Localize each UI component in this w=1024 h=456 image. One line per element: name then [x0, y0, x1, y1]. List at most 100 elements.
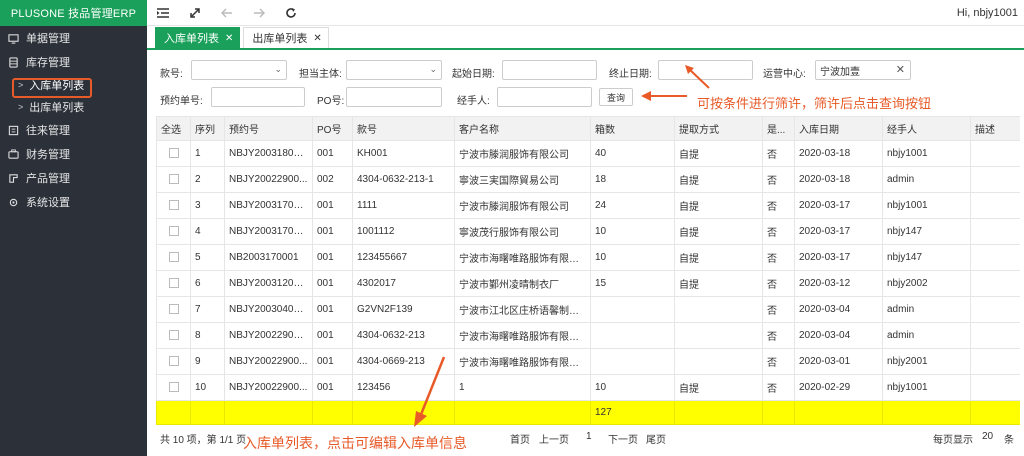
owner-select[interactable]: ⌄ — [346, 60, 442, 80]
chevron-right-icon: > — [18, 80, 24, 90]
style-no-label: 款号: — [160, 69, 183, 80]
select-all-header[interactable]: 全选 — [156, 116, 191, 141]
table-row[interactable]: 4 NBJY2003170002 001 1001112 寧波茂行服饰有限公司 10 自提否… — [156, 218, 1020, 245]
row-checkbox[interactable] — [168, 278, 179, 289]
user-greeting[interactable]: Hi, nbjy1001 — [957, 7, 1024, 19]
arrow-right-icon[interactable] — [243, 0, 275, 26]
table-cell: 4 — [190, 218, 225, 245]
style-no-select[interactable]: ⌄ — [191, 60, 287, 80]
next-page-link[interactable]: 下一页 — [608, 431, 638, 446]
handler-input[interactable] — [497, 87, 592, 107]
brand-logo: PLUSONE 技品管理ERP — [0, 0, 147, 26]
table-cell: 001 — [312, 322, 353, 349]
sidebar-item-finance[interactable]: 财务管理 — [0, 142, 147, 166]
sidebar-subitem-label: 出库单列表 — [29, 102, 85, 114]
table-cell — [590, 348, 675, 375]
table-cell: 8 — [190, 322, 225, 349]
summary-cell — [794, 400, 883, 425]
tab-outbound-list[interactable]: 出库单列表 ✕ — [243, 27, 329, 48]
sidebar-item-documents[interactable]: 单据管理 — [0, 26, 147, 50]
sidebar-item-settings[interactable]: 系统设置 — [0, 190, 147, 214]
row-checkbox[interactable] — [168, 356, 179, 367]
table-row[interactable]: 1 NBJY2003180001 001 KH001 宁波市滕润服饰有限公司 40 自提否 2… — [156, 140, 1020, 167]
table-cell: 宁波市海曙唯路服饰有限公司 — [454, 348, 591, 375]
table-row[interactable]: 9 NBJY20022900... 001 4304-0669-213 宁波市海曙唯路服… — [156, 348, 1020, 375]
per-page-select[interactable]: 20 — [982, 431, 993, 442]
table-cell: 否 — [762, 374, 795, 401]
row-checkbox-cell — [156, 348, 191, 375]
table-cell: 自提 — [674, 192, 763, 219]
start-date-input[interactable] — [502, 60, 597, 80]
sidebar-item-label: 库存管理 — [26, 57, 70, 69]
table-row[interactable]: 6 NBJY2003120001 001 4302017 宁波市鄞州凌晴制衣厂 15 自提否… — [156, 270, 1020, 297]
table-cell: 2020-03-04 — [794, 296, 883, 323]
first-page-link[interactable]: 首页 — [510, 431, 530, 446]
database-icon — [9, 56, 18, 68]
table-cell: 否 — [762, 166, 795, 193]
table-cell: 2020-03-12 — [794, 270, 883, 297]
prev-page-link[interactable]: 上一页 — [539, 431, 569, 446]
row-checkbox[interactable] — [168, 304, 179, 315]
sidebar-item-label: 财务管理 — [26, 149, 70, 161]
close-icon[interactable]: ✕ — [225, 33, 233, 44]
table-cell: NBJY2003040001 — [224, 296, 313, 323]
table-row[interactable]: 5 NB2003170001 001 123455667 宁波市海曙唯路服饰有限公司 10… — [156, 244, 1020, 271]
refresh-icon[interactable] — [275, 0, 307, 26]
table-cell: 10 — [190, 374, 225, 401]
table-row[interactable]: 3 NBJY2003170003 001 1111 宁波市滕润服饰有限公司 24 自提否 20… — [156, 192, 1020, 219]
row-checkbox[interactable] — [168, 226, 179, 237]
table-cell: 否 — [762, 140, 795, 167]
last-page-link[interactable]: 尾页 — [646, 431, 666, 446]
finance-icon — [8, 148, 19, 159]
table-cell: 5 — [190, 244, 225, 271]
sidebar-subitem-outbound-list[interactable]: > 出库单列表 — [0, 96, 147, 118]
sidebar-item-contacts[interactable]: 往来管理 — [0, 118, 147, 142]
sidebar-item-products[interactable]: 产品管理 — [0, 166, 147, 190]
arrow-left-icon[interactable] — [211, 0, 243, 26]
sidebar-item-inventory[interactable]: 库存管理 — [0, 50, 147, 74]
table-cell — [674, 296, 763, 323]
annotation-arrow-up — [685, 65, 710, 89]
search-button[interactable]: 查询 — [599, 88, 634, 106]
table-cell: NBJY20022900... — [224, 348, 313, 375]
row-checkbox-cell — [156, 374, 191, 401]
table-cell: nbjy147 — [882, 218, 971, 245]
row-checkbox[interactable] — [168, 382, 179, 393]
table-cell: nbjy2002 — [882, 270, 971, 297]
table-cell: admin — [882, 322, 971, 349]
table-cell: 2020-03-17 — [794, 218, 883, 245]
center-value: 宁波加壹 — [820, 66, 860, 78]
row-checkbox[interactable] — [168, 148, 179, 159]
close-icon[interactable]: ✕ — [313, 33, 321, 44]
row-checkbox[interactable] — [168, 330, 179, 341]
fullscreen-icon[interactable] — [179, 0, 211, 26]
table-cell: 宁波市鄞州凌晴制衣厂 — [454, 270, 591, 297]
menu-fold-icon[interactable] — [147, 0, 179, 26]
table-cell — [590, 296, 675, 323]
row-checkbox[interactable] — [168, 174, 179, 185]
booking-no-input[interactable] — [211, 87, 305, 107]
row-checkbox[interactable] — [168, 252, 179, 263]
table-row[interactable]: 8 NBJY2002290001 001 4304-0632-213 宁波市海曙唯路服饰… — [156, 322, 1020, 349]
table-row[interactable]: 2 NBJY20022900... 002 4304-0632-213-1 寧波三実国際… — [156, 166, 1020, 193]
row-checkbox[interactable] — [168, 200, 179, 211]
table-cell: 001 — [312, 244, 353, 271]
table-row[interactable]: 7 NBJY2003040001 001 G2VN2F139 宁波市江北区庄桥语馨制衣厂… — [156, 296, 1020, 323]
current-page[interactable]: 1 — [586, 431, 592, 442]
sidebar-subitem-inbound-list[interactable]: > 入库单列表 — [0, 74, 147, 96]
table-cell — [970, 348, 1020, 375]
table-cell: 10 — [590, 218, 675, 245]
tab-inbound-list[interactable]: 入库单列表 ✕ — [155, 27, 241, 48]
summary-cell — [190, 400, 225, 425]
table-cell: 4304-0632-213 — [352, 322, 455, 349]
summary-cell — [674, 400, 763, 425]
table-row[interactable]: 10 NBJY20022900... 001 123456 1 10 自提否 2020-02-… — [156, 374, 1020, 401]
center-select[interactable]: 宁波加壹 ✕ — [815, 60, 911, 80]
table-cell: NBJY20022900... — [224, 374, 313, 401]
row-checkbox-cell — [156, 192, 191, 219]
table-cell: 宁波市海曙唯路服饰有限公司 — [454, 244, 591, 271]
clear-icon[interactable]: ✕ — [896, 63, 905, 76]
po-input[interactable] — [346, 87, 442, 107]
handler-label: 经手人: — [457, 96, 490, 107]
table-cell: NBJY2002290001 — [224, 322, 313, 349]
